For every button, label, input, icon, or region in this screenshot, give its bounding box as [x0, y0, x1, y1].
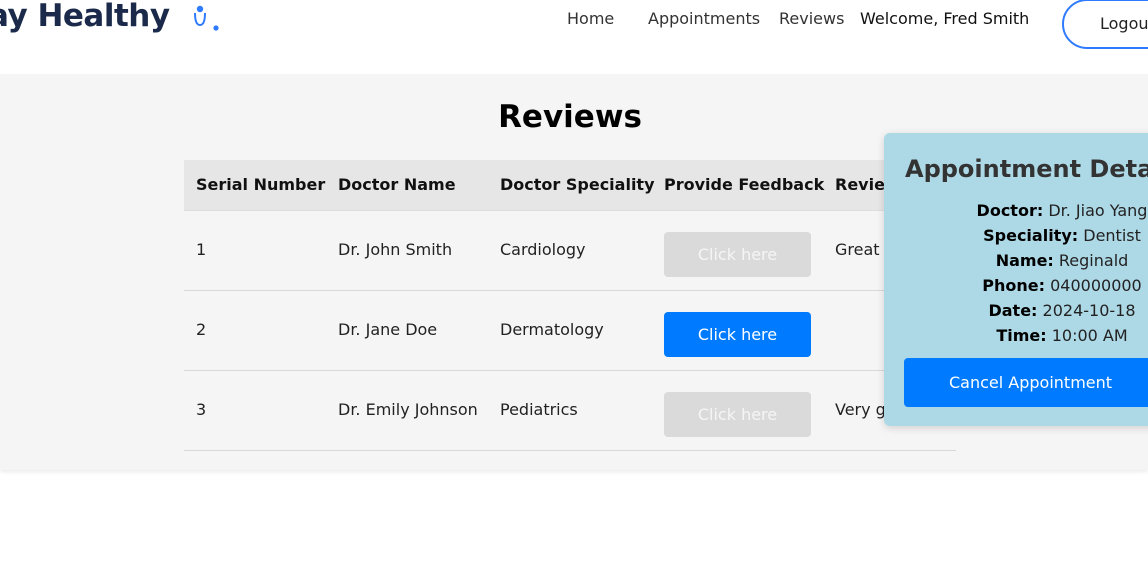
detail-value: 040000000 [1050, 276, 1142, 295]
appointment-details-popup: Appointment Details Doctor: Dr. Jiao Yan… [884, 133, 1148, 426]
stethoscope-icon [194, 5, 219, 31]
cancel-appointment-button[interactable]: Cancel Appointment [904, 358, 1148, 407]
nav-reviews-link[interactable]: Reviews [779, 9, 844, 28]
page-title: Reviews [498, 99, 642, 135]
detail-value: Dentist [1083, 226, 1141, 245]
nav-appointments-link[interactable]: Appointments [648, 9, 760, 28]
detail-name: Name: Reginald [884, 251, 1148, 270]
detail-value: Reginald [1058, 251, 1129, 270]
popup-title: Appointment Details [905, 155, 1148, 183]
detail-label: Name: [995, 251, 1054, 270]
provide-feedback-button[interactable]: Click here [664, 312, 811, 357]
provide-feedback-button: Click here [664, 232, 811, 277]
column-header-serial-number: Serial Number [196, 175, 326, 194]
speciality-cell: Pediatrics [500, 400, 578, 419]
detail-label: Time: [996, 326, 1047, 345]
column-header-doctor-speciality: Doctor Speciality [500, 175, 655, 194]
review-cell: Very g [835, 400, 886, 419]
detail-label: Speciality: [983, 226, 1079, 245]
detail-value: Dr. Jiao Yang [1048, 201, 1148, 220]
detail-doctor: Doctor: Dr. Jiao Yang [884, 201, 1148, 220]
site-logo-text[interactable]: ay Healthy [0, 0, 170, 34]
detail-label: Phone: [982, 276, 1046, 295]
speciality-cell: Cardiology [500, 240, 586, 259]
serial-number-cell: 1 [196, 240, 207, 259]
table-header: Serial Number Doctor Name Doctor Special… [184, 160, 956, 211]
table-row: 1 Dr. John Smith Cardiology Click here G… [184, 210, 956, 291]
detail-value: 10:00 AM [1051, 326, 1128, 345]
table-row: 2 Dr. Jane Doe Dermatology Click here [184, 290, 956, 371]
detail-label: Doctor: [976, 201, 1044, 220]
navbar: ay Healthy Home Appointments Reviews Wel… [0, 0, 1148, 74]
column-header-doctor-name: Doctor Name [338, 175, 456, 194]
detail-value: 2024-10-18 [1042, 301, 1136, 320]
doctor-name-cell: Dr. Emily Johnson [338, 400, 478, 419]
nav-home-link[interactable]: Home [567, 9, 614, 28]
table-row: 3 Dr. Emily Johnson Pediatrics Click her… [184, 370, 956, 451]
serial-number-cell: 3 [196, 400, 207, 419]
review-cell: Great [835, 240, 880, 259]
doctor-name-cell: Dr. John Smith [338, 240, 453, 259]
detail-time: Time: 10:00 AM [884, 326, 1148, 345]
logout-button[interactable]: Logout [1062, 0, 1148, 49]
column-header-provide-feedback: Provide Feedback [664, 175, 825, 194]
serial-number-cell: 2 [196, 320, 207, 339]
detail-label: Date: [988, 301, 1038, 320]
detail-date: Date: 2024-10-18 [884, 301, 1148, 320]
speciality-cell: Dermatology [500, 320, 604, 339]
welcome-message: Welcome, Fred Smith [860, 9, 1030, 28]
provide-feedback-button: Click here [664, 392, 811, 437]
detail-phone: Phone: 040000000 [884, 276, 1148, 295]
detail-speciality: Speciality: Dentist [884, 226, 1148, 245]
doctor-name-cell: Dr. Jane Doe [338, 320, 438, 339]
